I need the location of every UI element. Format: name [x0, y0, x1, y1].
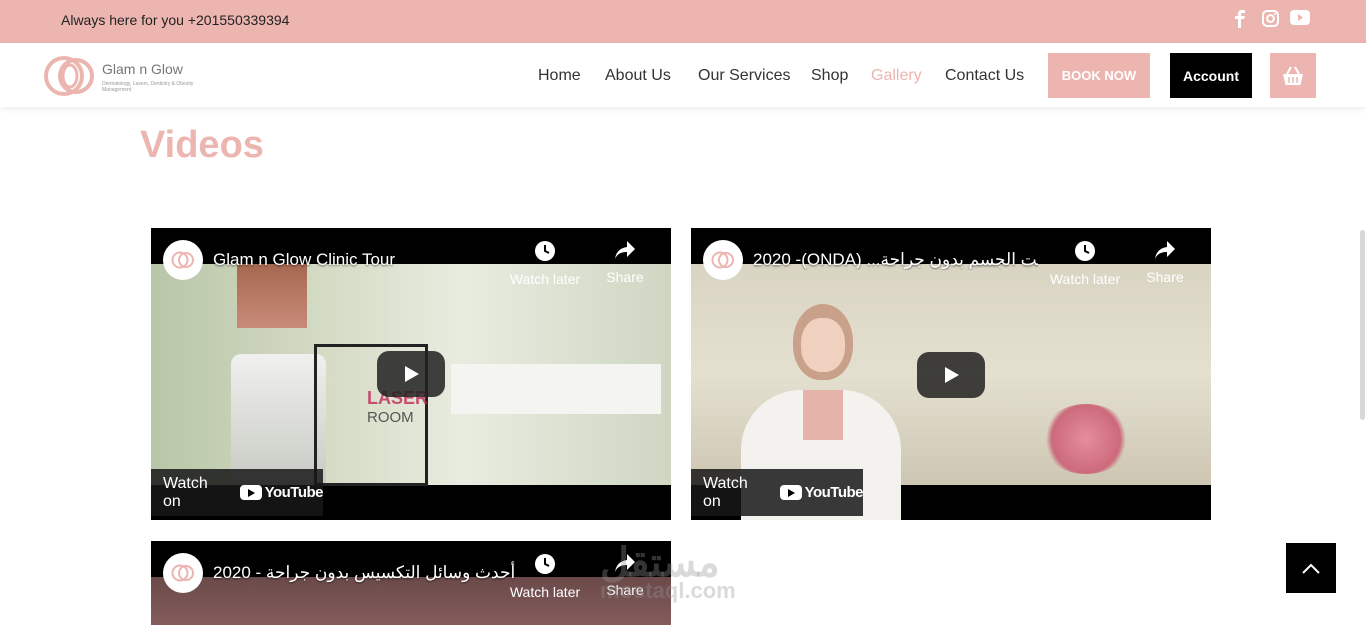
- watermark-latin: mostaql.com: [600, 578, 736, 603]
- logo-tagline: Dermatology, Lasers, Dentistry & Obesity…: [102, 81, 194, 93]
- basket-icon: [1283, 66, 1303, 85]
- site-logo[interactable]: Glam n Glow Dermatology, Lasers, Dentist…: [44, 55, 204, 97]
- share-button[interactable]: Share: [1127, 240, 1203, 285]
- play-icon: [945, 367, 959, 383]
- share-button[interactable]: Share: [587, 240, 663, 285]
- watch-later-label: Watch later: [509, 584, 581, 600]
- account-button[interactable]: Account: [1170, 53, 1252, 98]
- nav-contact-us[interactable]: Contact Us: [945, 67, 1024, 85]
- instagram-icon[interactable]: [1262, 10, 1279, 27]
- youtube-wordmark: YouTube: [804, 484, 864, 501]
- share-label: Share: [1146, 269, 1184, 285]
- youtube-play-icon: [239, 485, 262, 500]
- youtube-icon[interactable]: [1290, 10, 1310, 25]
- channel-avatar[interactable]: [163, 553, 203, 593]
- nav-about-us[interactable]: About Us: [605, 67, 671, 85]
- nav-gallery[interactable]: Gallery: [871, 67, 922, 85]
- contact-phone-text: Always here for you +201550339394: [61, 12, 290, 28]
- watch-on-label: Watch on: [703, 474, 748, 510]
- nav-our-services[interactable]: Our Services: [698, 67, 790, 85]
- video-embed-onda[interactable]: 2020 -(ONDA) ...از نحت الجسم بدون جراحة …: [691, 228, 1211, 520]
- youtube-wordmark: YouTube: [264, 484, 324, 501]
- facebook-icon[interactable]: [1234, 10, 1246, 28]
- mostaql-watermark: مستقل mostaql.com: [600, 540, 736, 604]
- video-title[interactable]: 2020 -(ONDA) ...از نحت الجسم بدون جراحة: [753, 250, 1038, 270]
- youtube-play-icon: [779, 485, 802, 500]
- play-button[interactable]: [917, 352, 985, 398]
- watch-later-label: Watch later: [1049, 271, 1121, 287]
- video-embed-liposuction[interactable]: أحدث وسائل التكسيس بدون جراحة - 2020 Wat…: [151, 541, 671, 625]
- video-title[interactable]: أحدث وسائل التكسيس بدون جراحة - 2020: [213, 563, 515, 583]
- watch-later-button[interactable]: Watch later: [507, 240, 583, 287]
- play-icon: [405, 366, 419, 382]
- flowers-decor: [1041, 404, 1131, 474]
- nav-home[interactable]: Home: [538, 67, 581, 85]
- share-icon: [615, 241, 635, 259]
- watch-later-label: Watch later: [509, 271, 581, 287]
- share-icon: [1155, 241, 1175, 259]
- logo-brand-text: Glam n Glow: [102, 61, 183, 77]
- clock-icon: [535, 554, 555, 574]
- clock-icon: [535, 241, 555, 261]
- laser-machine-shape: [231, 354, 326, 484]
- back-to-top-button[interactable]: [1286, 543, 1336, 593]
- play-button[interactable]: [377, 351, 445, 397]
- channel-avatar[interactable]: [703, 240, 743, 280]
- doctor-figure: [741, 294, 901, 520]
- cart-button[interactable]: [1270, 53, 1316, 98]
- bed-shape: [451, 364, 661, 414]
- youtube-logo: YouTube: [239, 484, 324, 501]
- watch-on-label: Watch on: [163, 474, 208, 510]
- channel-avatar[interactable]: [163, 240, 203, 280]
- watch-on-youtube-button[interactable]: Watch on YouTube: [691, 469, 864, 516]
- watch-later-button[interactable]: Watch later: [507, 553, 583, 600]
- youtube-logo: YouTube: [779, 484, 864, 501]
- video-title[interactable]: Glam n Glow Clinic Tour: [213, 250, 395, 270]
- poster-image: [237, 264, 307, 328]
- videos-section-title: Videos: [140, 124, 264, 166]
- video-embed-clinic-tour[interactable]: LASER ROOM Glam n Glow Clinic Tour Watch…: [151, 228, 671, 520]
- main-header: Glam n Glow Dermatology, Lasers, Dentist…: [0, 43, 1366, 107]
- room-overlay-text: ROOM: [367, 409, 414, 426]
- watch-later-button[interactable]: Watch later: [1047, 240, 1123, 287]
- clock-icon: [1075, 241, 1095, 261]
- book-now-button[interactable]: BOOK NOW: [1048, 53, 1150, 98]
- chevron-up-icon: [1302, 563, 1320, 574]
- watch-on-youtube-button[interactable]: Watch on YouTube: [151, 469, 324, 516]
- nav-shop[interactable]: Shop: [811, 67, 848, 85]
- scrollbar-thumb[interactable]: [1360, 230, 1365, 420]
- top-bar: Always here for you +201550339394: [0, 0, 1366, 43]
- share-label: Share: [606, 269, 644, 285]
